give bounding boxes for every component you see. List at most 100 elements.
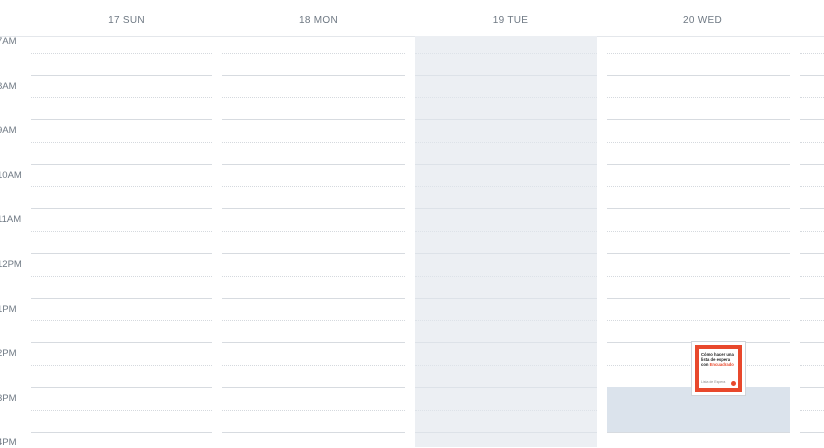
hour-line-mon [222, 298, 405, 299]
half-hour-line-mon [222, 276, 405, 277]
half-hour-line-sun [31, 186, 212, 187]
hour-line-tue [415, 387, 597, 388]
hour-line-wed [607, 208, 790, 209]
half-hour-line-wed [607, 231, 790, 232]
hour-line-thu [800, 164, 824, 165]
hour-line-tue [415, 75, 597, 76]
hour-line-thu [800, 119, 824, 120]
hour-line-wed [607, 119, 790, 120]
hour-line-wed [607, 75, 790, 76]
thumbnail-button-icon [731, 381, 736, 386]
day-header-sun[interactable]: 17 SUN [35, 15, 218, 26]
hour-line-sun [31, 119, 212, 120]
thumbnail-title-accent: Encuadrado [709, 361, 734, 367]
half-hour-line-thu [800, 53, 824, 54]
half-hour-line-thu [800, 186, 824, 187]
hour-line-mon [222, 253, 405, 254]
time-label-10am: 10AM [0, 170, 22, 181]
hour-line-thu [800, 75, 824, 76]
time-label-8am: 8AM [0, 81, 17, 92]
time-label-3pm: 3PM [0, 393, 17, 404]
hour-line-wed [607, 298, 790, 299]
hour-line-thu [800, 342, 824, 343]
hour-line-sun [31, 75, 212, 76]
half-hour-line-wed [607, 53, 790, 54]
hour-line-wed [607, 164, 790, 165]
half-hour-line-sun [31, 410, 212, 411]
half-hour-line-tue [415, 276, 597, 277]
half-hour-line-mon [222, 97, 405, 98]
half-hour-line-tue [415, 186, 597, 187]
half-hour-line-sun [31, 365, 212, 366]
half-hour-line-thu [800, 365, 824, 366]
time-label-9am: 9AM [0, 125, 17, 136]
hour-line-tue [415, 208, 597, 209]
half-hour-line-thu [800, 231, 824, 232]
calendar-header: 17 SUN 18 MON 19 TUE 20 WED [0, 0, 824, 37]
half-hour-line-tue [415, 142, 597, 143]
hour-line-tue [415, 164, 597, 165]
half-hour-line-thu [800, 276, 824, 277]
half-hour-line-wed [607, 276, 790, 277]
hour-line-wed [607, 253, 790, 254]
half-hour-line-mon [222, 320, 405, 321]
hour-line-sun [31, 342, 212, 343]
hour-line-wed [607, 432, 790, 433]
half-hour-line-sun [31, 320, 212, 321]
hour-line-mon [222, 387, 405, 388]
half-hour-line-thu [800, 320, 824, 321]
half-hour-line-sun [31, 276, 212, 277]
hour-line-sun [31, 253, 212, 254]
half-hour-line-tue [415, 97, 597, 98]
hour-line-mon [222, 432, 405, 433]
thumbnail-card: Cómo hacer una lista de espera con Encua… [699, 349, 738, 388]
half-hour-line-thu [800, 142, 824, 143]
thumbnail-footer: Lista de Espera [701, 380, 726, 385]
half-hour-line-mon [222, 53, 405, 54]
hour-line-tue [415, 432, 597, 433]
half-hour-line-mon [222, 410, 405, 411]
hour-line-tue [415, 342, 597, 343]
half-hour-line-tue [415, 53, 597, 54]
half-hour-line-thu [800, 97, 824, 98]
thumbnail-background: Cómo hacer una lista de espera con Encua… [695, 345, 742, 392]
hour-line-sun [31, 387, 212, 388]
hour-line-tue [415, 253, 597, 254]
half-hour-line-sun [31, 53, 212, 54]
hour-line-thu [800, 387, 824, 388]
hour-line-mon [222, 342, 405, 343]
thumbnail-title-prefix: con [701, 361, 709, 367]
half-hour-line-wed [607, 320, 790, 321]
hour-line-mon [222, 75, 405, 76]
half-hour-line-sun [31, 231, 212, 232]
half-hour-line-tue [415, 410, 597, 411]
half-hour-line-tue [415, 231, 597, 232]
day-header-mon[interactable]: 18 MON [227, 15, 410, 26]
hour-line-thu [800, 208, 824, 209]
day-header-wed[interactable]: 20 WED [611, 15, 794, 26]
half-hour-line-mon [222, 186, 405, 187]
hour-line-thu [800, 432, 824, 433]
time-label-1pm: 1PM [0, 304, 17, 315]
hour-line-sun [31, 298, 212, 299]
hour-line-mon [222, 164, 405, 165]
hour-line-mon [222, 208, 405, 209]
day-header-tue[interactable]: 19 TUE [419, 15, 602, 26]
half-hour-line-wed [607, 97, 790, 98]
thumbnail-title-line3: con Encuadrado [701, 361, 736, 368]
hour-line-thu [800, 298, 824, 299]
hour-line-mon [222, 119, 405, 120]
hour-line-sun [31, 208, 212, 209]
time-label-7am: 7AM [0, 36, 17, 47]
event-thumbnail[interactable]: Cómo hacer una lista de espera con Encua… [691, 341, 746, 396]
half-hour-line-mon [222, 142, 405, 143]
half-hour-line-sun [31, 142, 212, 143]
half-hour-line-tue [415, 320, 597, 321]
hour-line-thu [800, 253, 824, 254]
half-hour-line-wed [607, 186, 790, 187]
time-label-12pm: 12PM [0, 259, 22, 270]
hour-line-tue [415, 298, 597, 299]
half-hour-line-mon [222, 231, 405, 232]
half-hour-line-wed [607, 142, 790, 143]
half-hour-line-thu [800, 410, 824, 411]
